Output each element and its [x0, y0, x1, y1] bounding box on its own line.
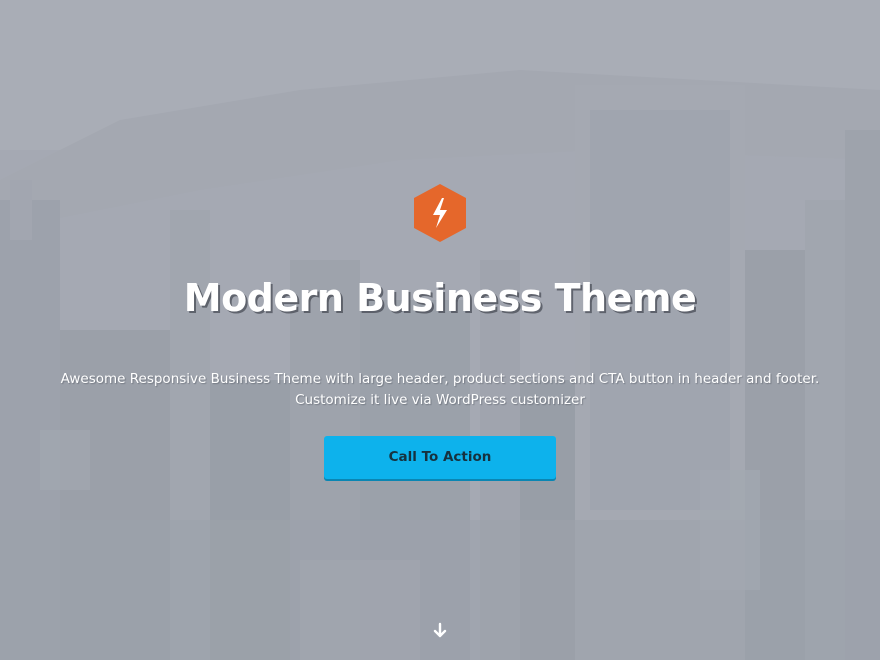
hero-subtitle: Awesome Responsive Business Theme with l… [40, 369, 840, 411]
logo [414, 184, 466, 242]
hero-title: Modern Business Theme [183, 276, 697, 320]
hero-overlay [0, 0, 880, 660]
arrow-down-icon[interactable] [431, 622, 449, 640]
hero-subtitle-line-2: Customize it live via WordPress customiz… [295, 392, 585, 408]
hero-section: Modern Business Theme Awesome Responsive… [0, 0, 880, 660]
hero-subtitle-line-1: Awesome Responsive Business Theme with l… [60, 371, 820, 387]
call-to-action-button[interactable]: Call To Action [324, 436, 556, 479]
